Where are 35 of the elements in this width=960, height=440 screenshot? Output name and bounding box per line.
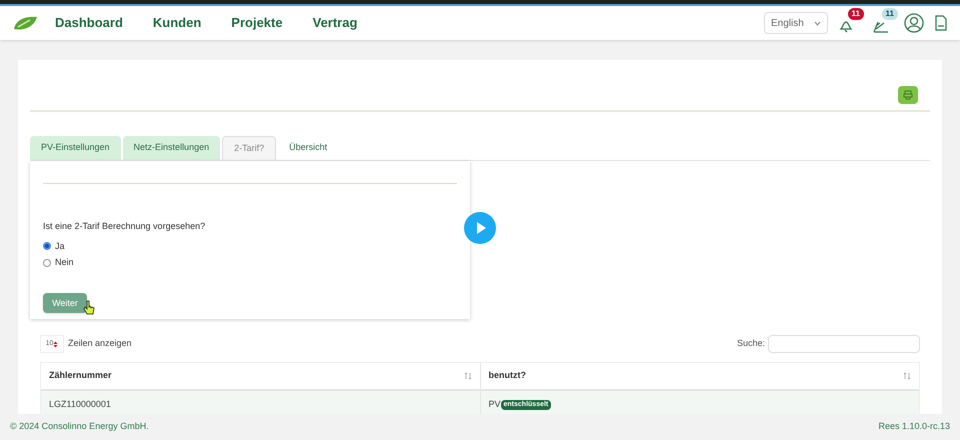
table-cell-text: LGZ110000001	[49, 398, 111, 412]
nav-link[interactable]: Dashboard	[55, 13, 123, 33]
sort-icon[interactable]	[903, 372, 911, 380]
column-header[interactable]: benutzt?	[488, 369, 526, 383]
leaf-logo-icon[interactable]	[12, 15, 38, 31]
version-text: Rees 1.10.0-rc.13	[878, 420, 950, 434]
question-text: Ist eine 2-Tarif Berechnung vorgesehen?	[43, 220, 206, 233]
sort-icon[interactable]	[464, 372, 472, 380]
tab[interactable]: Netz-Einstellungen	[122, 136, 220, 160]
search-field[interactable]	[768, 335, 920, 353]
play-icon[interactable]	[464, 212, 496, 244]
chevron-down-icon[interactable]	[814, 20, 821, 26]
nav-link[interactable]: Projekte	[231, 13, 283, 33]
tab[interactable]: PV-Einstellungen	[30, 136, 121, 160]
search-label: Suche:	[736, 337, 765, 350]
radio-button[interactable]	[43, 242, 51, 250]
task-badge: 11	[882, 8, 898, 20]
nav-link[interactable]: Vertrag	[312, 13, 358, 33]
user-icon[interactable]	[904, 13, 924, 33]
printer-icon[interactable]	[903, 90, 913, 100]
page-size-label: Zeilen anzeigen	[68, 337, 132, 350]
column-header[interactable]: Zählernummer	[49, 369, 112, 383]
radio-label: Nein	[55, 256, 74, 269]
language-select[interactable]: English	[764, 12, 828, 34]
radio-label: Ja	[55, 240, 65, 252]
hand-cursor-icon	[83, 300, 95, 316]
tab[interactable]: 2-Tarif?	[222, 136, 276, 160]
nav-link[interactable]: Kunden	[152, 13, 202, 33]
copyright-text: © 2024 Consolinno Energy GmbH.	[10, 420, 149, 434]
table-cell-text: PV	[488, 398, 501, 412]
sort-arrows-icon[interactable]	[53, 340, 58, 348]
print-button[interactable]	[898, 86, 918, 104]
document-icon[interactable]	[934, 15, 948, 31]
radio-button[interactable]	[43, 258, 51, 267]
notification-badge: 11	[848, 8, 864, 20]
